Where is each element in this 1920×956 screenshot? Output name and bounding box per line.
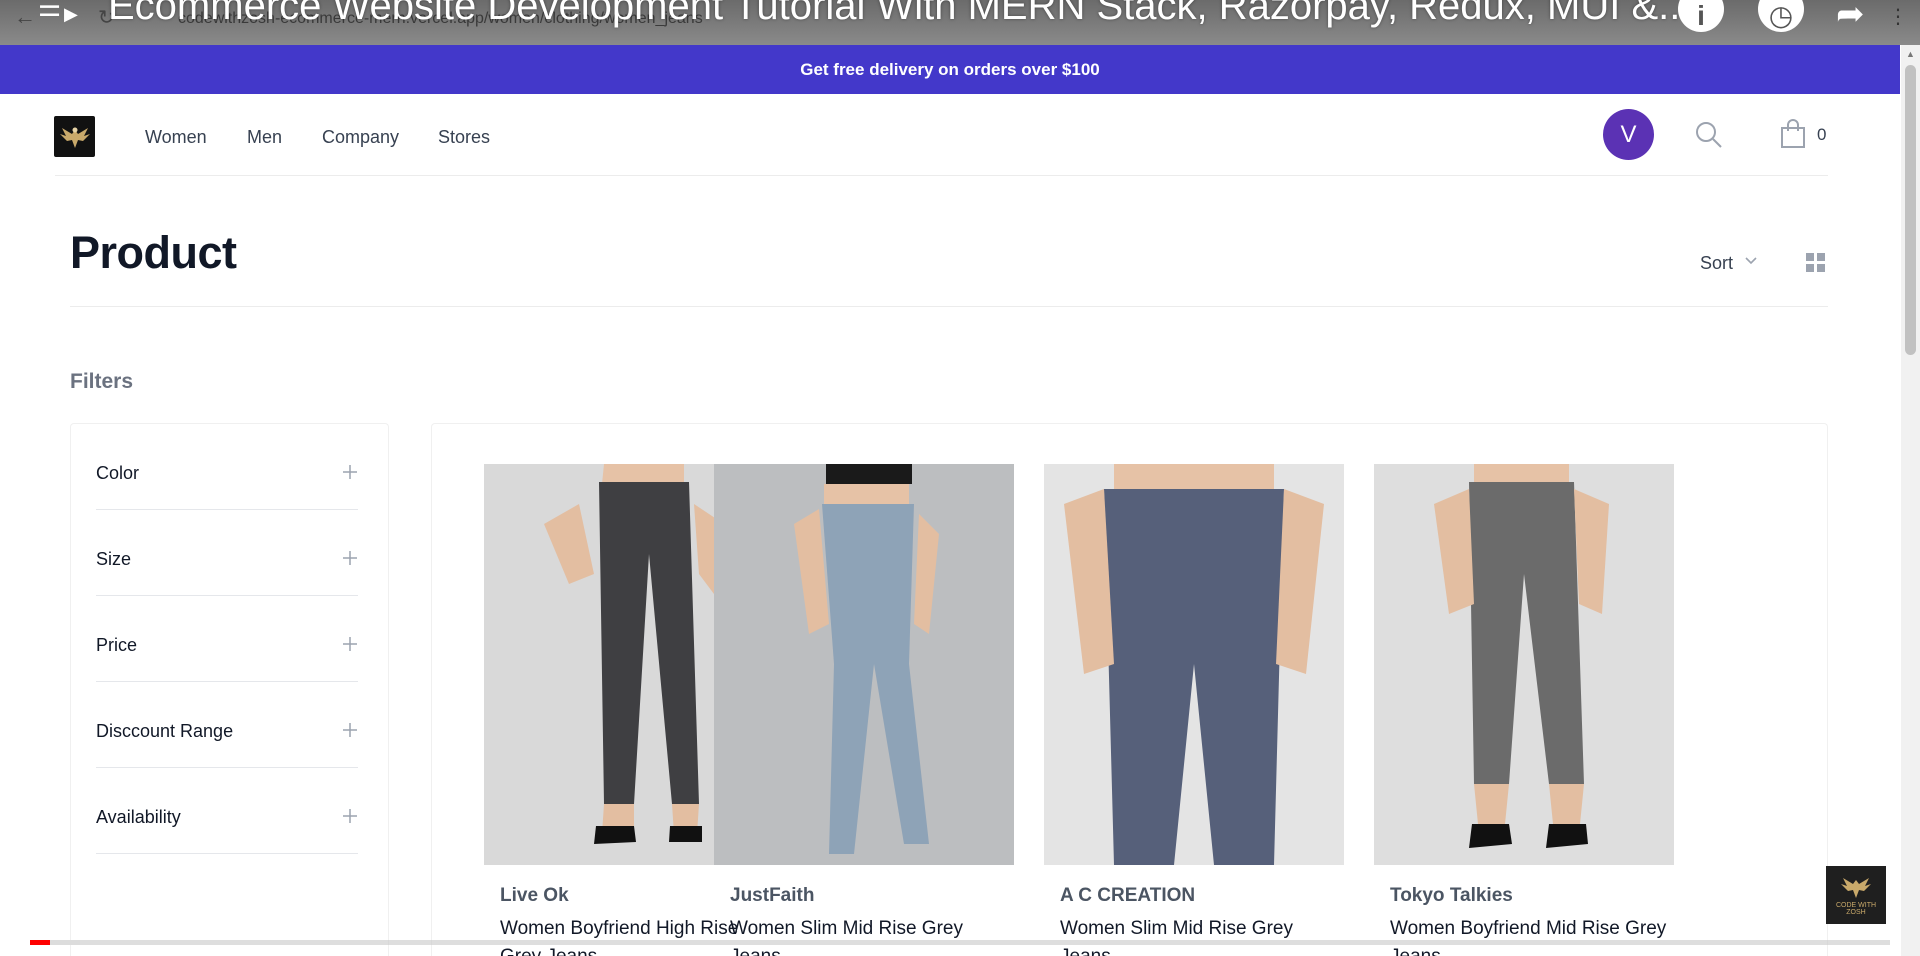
user-avatar[interactable]: V — [1603, 109, 1654, 160]
scroll-up-icon[interactable]: ▲ — [1906, 49, 1915, 59]
filter-availability[interactable]: Availability — [96, 768, 358, 854]
product-name[interactable]: Women Slim Mid Rise Grey Jeans — [1060, 915, 1344, 956]
shopping-bag-icon[interactable] — [1780, 119, 1806, 149]
video-title[interactable]: Ecommerce Website Development Tutorial W… — [108, 0, 1691, 29]
filter-price[interactable]: Price — [96, 596, 358, 682]
plus-icon[interactable] — [342, 808, 358, 824]
product-card[interactable]: Tokyo Talkies Women Boyfriend Mid Rise G… — [1374, 464, 1674, 956]
eagle-logo-icon — [1841, 878, 1871, 898]
filter-label: Price — [96, 635, 138, 655]
title-divider — [70, 306, 1828, 307]
product-name[interactable]: Women Boyfriend Mid Rise Grey Jeans — [1390, 915, 1674, 956]
product-photo-blue-jeans — [1044, 464, 1344, 865]
product-card[interactable]: A C CREATION Women Slim Mid Rise Grey Je… — [1044, 464, 1344, 956]
filter-size[interactable]: Size — [96, 510, 358, 596]
filter-sidebar: Color Size Price Disccount Range Availab… — [70, 423, 389, 956]
progress-loaded — [50, 940, 80, 945]
play-next-icon[interactable]: ▶ — [64, 4, 78, 25]
progress-played — [30, 940, 50, 945]
nav-link-men[interactable]: Men — [247, 127, 282, 148]
filter-label: Color — [96, 463, 140, 483]
filter-label: Disccount Range — [96, 721, 234, 741]
filter-color[interactable]: Color — [96, 424, 358, 510]
product-card[interactable]: JustFaith Women Slim Mid Rise Grey Jeans — [714, 464, 1014, 956]
navbar: Women Men Company Stores V 0 — [0, 94, 1900, 178]
cart-count[interactable]: 0 — [1817, 125, 1826, 145]
watermark-text: CODE WITH ZOSH — [1835, 902, 1877, 916]
product-name[interactable]: Women Slim Mid Rise Grey Jeans — [730, 915, 1014, 956]
filter-discount-range[interactable]: Disccount Range — [96, 682, 358, 768]
channel-watermark[interactable]: CODE WITH ZOSH — [1826, 866, 1886, 924]
product-photo-grey-jeans — [1374, 464, 1674, 865]
nav-link-stores[interactable]: Stores — [438, 127, 490, 148]
nav-link-women[interactable]: Women — [145, 127, 207, 148]
navbar-divider — [55, 175, 1828, 176]
product-image[interactable] — [1374, 464, 1674, 865]
product-photo-light-jeans — [714, 464, 1014, 865]
video-progress-bar[interactable] — [30, 940, 1890, 945]
product-brand: A C CREATION — [1060, 885, 1196, 906]
back-arrow-icon[interactable]: ← — [14, 4, 36, 30]
plus-icon[interactable] — [342, 636, 358, 652]
avatar-letter: V — [1620, 120, 1637, 148]
kebab-menu-icon[interactable]: ⋮ — [1888, 4, 1908, 29]
filter-label: Size — [96, 549, 132, 569]
nav-link-company[interactable]: Company — [322, 127, 399, 148]
page-title: Product — [70, 227, 237, 278]
plus-icon[interactable] — [342, 722, 358, 738]
watch-later-icon[interactable]: ◷ — [1758, 0, 1804, 32]
brand-logo[interactable] — [54, 116, 95, 157]
filter-label: Availability — [96, 807, 181, 827]
page-scrollbar[interactable]: ▲ — [1901, 45, 1920, 956]
promo-banner-text: Get free delivery on orders over $100 — [800, 59, 1100, 79]
chevron-down-icon[interactable] — [1744, 254, 1758, 268]
share-icon[interactable]: ➦ — [1836, 0, 1865, 34]
filters-heading: Filters — [70, 370, 134, 393]
eagle-logo-icon — [59, 127, 90, 148]
sort-button[interactable]: Sort — [1700, 253, 1733, 274]
product-image[interactable] — [714, 464, 1014, 865]
scrollbar-thumb[interactable] — [1905, 65, 1916, 355]
product-brand: Tokyo Talkies — [1390, 885, 1513, 906]
promo-banner: Get free delivery on orders over $100 — [0, 45, 1900, 94]
product-image[interactable] — [1044, 464, 1344, 865]
search-icon[interactable] — [1695, 121, 1723, 149]
product-grid: Live Ok Women Boyfriend High Rise Grey J… — [431, 423, 1828, 956]
grid-view-icon[interactable] — [1806, 253, 1826, 273]
product-brand: JustFaith — [730, 885, 815, 906]
playlist-icon[interactable]: ☰ — [38, 0, 61, 23]
plus-icon[interactable] — [342, 550, 358, 566]
video-top-overlay: ☰ ▶ ← ↻ codewithzosh-ecommerce-mern.verc… — [0, 0, 1920, 45]
plus-icon[interactable] — [342, 464, 358, 480]
